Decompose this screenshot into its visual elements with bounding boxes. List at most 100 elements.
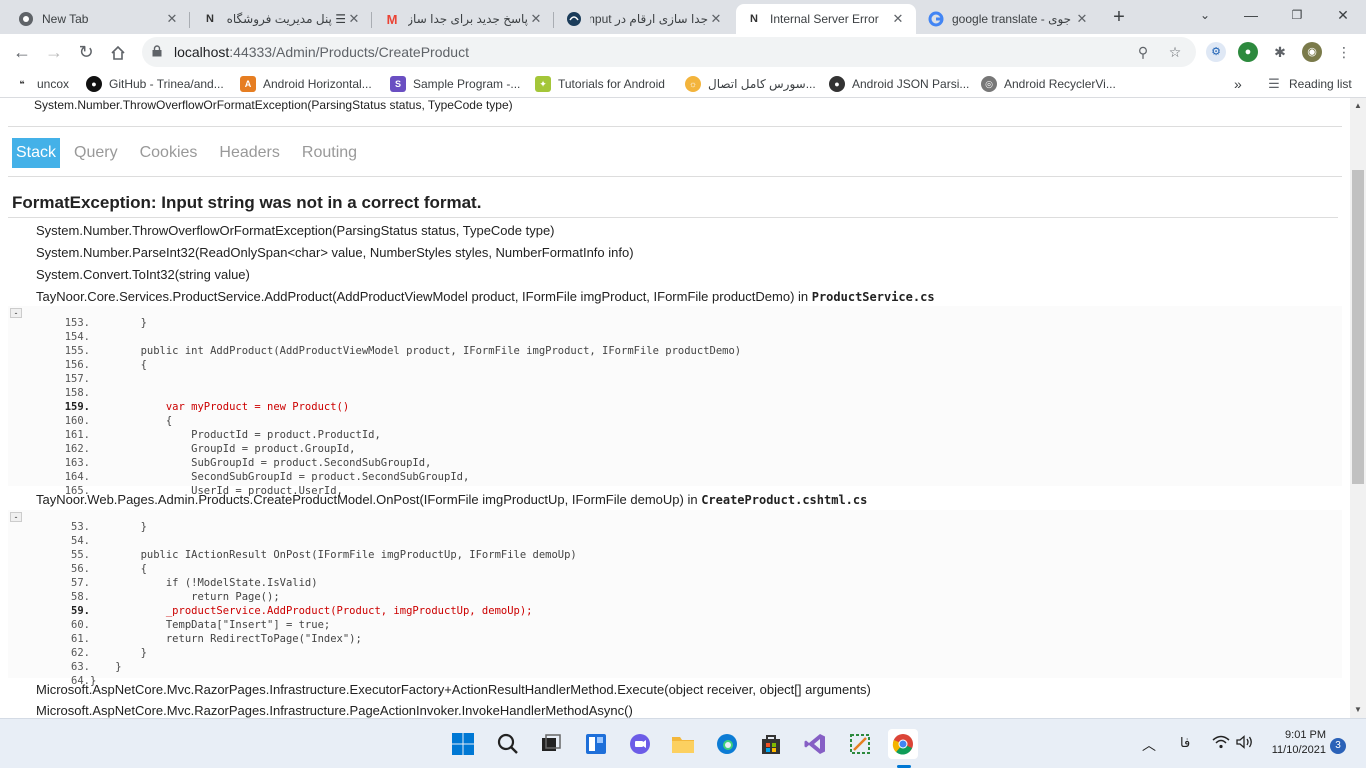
bookmark-android-recyclerview[interactable]: ◎ Android RecyclerVi... [981, 75, 1116, 93]
source-code-block: - 153. } 154. 155. public int AddProduct(A… [8, 306, 1342, 497]
error-code-line: 59. _productService.AddProduct(Product, … [8, 604, 532, 618]
vertical-scrollbar[interactable]: ▲ ▼ [1350, 98, 1366, 718]
bookmark-persian-source[interactable]: ☼ سورس کامل اتصال... [685, 75, 816, 93]
notification-badge[interactable]: 3 [1330, 738, 1346, 754]
bookmarks-overflow-button[interactable]: » [1234, 75, 1242, 93]
bookmark-android-horizontal[interactable]: A Android Horizontal... [240, 75, 372, 93]
restore-button[interactable]: ❐ [1274, 0, 1320, 30]
puzzle-icon[interactable]: ✱ [1270, 42, 1290, 62]
code-text: TempData["Insert"] = true; [90, 619, 331, 631]
line-number: 53. [71, 521, 90, 533]
close-icon[interactable]: ✕ [1074, 11, 1090, 27]
tab-query[interactable]: Query [66, 138, 126, 168]
stack-frame: System.Number.ThrowOverflowOrFormatExcep… [36, 223, 555, 238]
edge-icon [717, 734, 737, 754]
home-button[interactable] [104, 39, 132, 67]
bookmark-android-json[interactable]: ● Android JSON Parsi... [829, 75, 969, 93]
close-window-button[interactable]: ✕ [1320, 0, 1366, 30]
system-clock[interactable]: 9:01 PM 11/10/2021 [1266, 728, 1326, 758]
line-number: 55. [71, 549, 90, 561]
store-button[interactable] [756, 729, 786, 759]
bookmark-tutorials-android[interactable]: ✦ Tutorials for Android [535, 75, 665, 93]
forward-button[interactable]: → [40, 39, 68, 67]
code-text: } [90, 661, 122, 673]
volume-icon[interactable] [1236, 735, 1254, 752]
bookmark-star-icon[interactable]: ☆ [1166, 43, 1184, 61]
chat-icon [630, 734, 650, 754]
line-number: 164. [64, 471, 90, 483]
line-number: 160. [64, 415, 90, 427]
line-number: 154. [64, 331, 90, 343]
visual-studio-button[interactable] [800, 729, 830, 759]
code-line: 162. GroupId = product.GroupId, [8, 442, 356, 456]
tab-stack[interactable]: Stack [12, 138, 61, 168]
reload-button[interactable]: ↻ [72, 39, 100, 67]
code-text: } [90, 317, 147, 329]
bookmark-sample-program[interactable]: S Sample Program -... [390, 75, 520, 93]
extension-icon[interactable]: ⚙ [1206, 42, 1226, 62]
widgets-icon [586, 734, 606, 754]
start-button[interactable] [448, 729, 478, 759]
tab-gmail[interactable]: M پاسخ جدید برای جدا ساز ✕ [374, 4, 554, 34]
tab-headers[interactable]: Headers [211, 138, 287, 168]
tab-new-tab[interactable]: New Tab ✕ [8, 4, 190, 34]
edge-button[interactable] [712, 729, 742, 759]
bookmark-icon: A [240, 76, 256, 92]
lock-icon [152, 45, 162, 57]
scrollbar-thumb[interactable] [1352, 170, 1364, 484]
tab-search-button[interactable]: ⌄ [1182, 0, 1228, 30]
task-view-button[interactable] [536, 729, 566, 759]
close-icon[interactable]: ✕ [890, 11, 906, 27]
new-tab-button[interactable]: + [1106, 6, 1132, 30]
zoom-icon[interactable]: ⚲ [1134, 43, 1152, 61]
tab-input-question[interactable]: جدا سازی ارقام در input ✕ [556, 4, 734, 34]
line-number: 58. [71, 591, 90, 603]
stack-frame: Microsoft.AspNetCore.Mvc.RazorPages.Infr… [36, 682, 871, 697]
language-indicator[interactable]: فا [1180, 735, 1190, 751]
close-icon[interactable]: ✕ [528, 11, 544, 27]
chat-button[interactable] [625, 729, 655, 759]
tab-strip: New Tab ✕ N ☰ پنل مدیریت فروشگاه ✕ M پاس… [0, 0, 1366, 34]
close-icon[interactable]: ✕ [164, 11, 180, 27]
line-number: 157. [64, 373, 90, 385]
avatar[interactable]: ◉ [1302, 42, 1322, 62]
address-bar[interactable]: localhost:44333/Admin/Products/CreatePro… [142, 37, 1196, 67]
close-icon[interactable]: ✕ [346, 11, 362, 27]
search-button[interactable] [493, 729, 523, 759]
bookmarks-bar: ❝ uncox ● GitHub - Trinea/and... A Android … [0, 70, 1366, 98]
tab-routing[interactable]: Routing [294, 138, 365, 168]
code-text: { [90, 415, 173, 427]
bookmark-uncox[interactable]: ❝ uncox [14, 75, 69, 93]
code-line: 54. [8, 534, 90, 548]
tab-title: جدا سازی ارقام در input [590, 12, 708, 26]
error-page: System.Number.ThrowOverflowOrFormatExcep… [0, 98, 1350, 718]
scroll-up-icon[interactable]: ▲ [1350, 98, 1366, 114]
chrome-taskbar-button[interactable] [888, 729, 918, 759]
chrome-icon [892, 734, 913, 755]
line-number: 163. [64, 457, 90, 469]
error-code-line: 159. var myProduct = new Product() [8, 400, 349, 414]
tab-store-panel[interactable]: N ☰ پنل مدیریت فروشگاه ✕ [192, 4, 372, 34]
file-explorer-button[interactable] [668, 729, 698, 759]
code-line: 163. SubGroupId = product.SecondSubGroup… [8, 456, 432, 470]
back-button[interactable]: ← [8, 39, 36, 67]
tab-internal-server-error[interactable]: N Internal Server Error ✕ [736, 4, 916, 34]
code-line: 160. { [8, 414, 172, 428]
widgets-button[interactable] [581, 729, 611, 759]
url-text: localhost:44333/Admin/Products/CreatePro… [174, 44, 469, 60]
tab-google-translate[interactable]: google translate - جوی ✕ [918, 4, 1100, 34]
stack-frame: Microsoft.AspNetCore.Mvc.RazorPages.Infr… [36, 703, 633, 718]
code-line: 156. { [8, 358, 147, 372]
tab-cookies[interactable]: Cookies [132, 138, 206, 168]
code-text: { [90, 563, 147, 575]
wifi-icon[interactable] [1212, 735, 1230, 752]
minimize-button[interactable]: — [1228, 0, 1274, 30]
scroll-down-icon[interactable]: ▼ [1350, 702, 1366, 718]
snipping-tool-button[interactable] [845, 729, 875, 759]
reading-list-button[interactable]: ☰ Reading list [1266, 75, 1352, 93]
close-icon[interactable]: ✕ [708, 11, 724, 27]
bookmark-github[interactable]: ● GitHub - Trinea/and... [86, 75, 224, 93]
vpn-extension-icon[interactable]: ● [1238, 42, 1258, 62]
menu-icon[interactable]: ⋮ [1334, 42, 1354, 62]
chevron-up-icon[interactable]: ︿ [1142, 735, 1156, 755]
